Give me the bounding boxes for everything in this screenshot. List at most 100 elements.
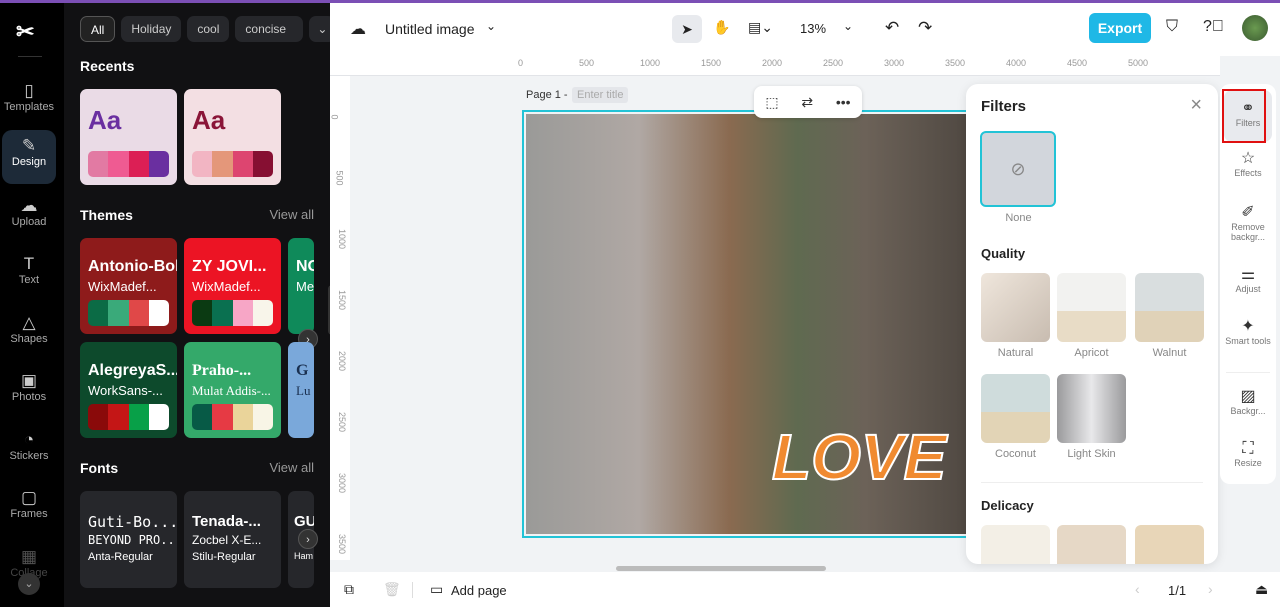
title-dropdown-icon[interactable]: ⌄ xyxy=(486,19,496,33)
chip-cool[interactable]: cool xyxy=(187,16,230,42)
theme-card[interactable]: NO Me xyxy=(288,238,314,334)
ruler-tick-label: 500 xyxy=(579,58,595,68)
filters-title: Filters xyxy=(981,98,1027,115)
nav-templates[interactable]: ▯ Templates xyxy=(2,75,56,129)
bottom-bar: ⧉ 🗑 ▭ Add page ‹ 1/1 › ⏏ xyxy=(330,572,1280,607)
scroll-down-button[interactable]: ⌄ xyxy=(18,573,40,595)
tool-adjust[interactable]: ⚌ Adjust xyxy=(1224,264,1272,294)
nav-frames[interactable]: ▢ Frames xyxy=(2,482,56,536)
selected-image[interactable]: LOVE xyxy=(522,110,982,538)
theme-body-font: Mulat Addis-... xyxy=(192,383,271,398)
cloud-save-icon[interactable]: ☁ xyxy=(350,19,366,39)
select-tool-icon[interactable]: ➤ xyxy=(672,15,702,43)
theme-card[interactable]: G Lu xyxy=(288,342,314,438)
nav-shapes[interactable]: △ Shapes xyxy=(2,307,56,361)
chip-concise[interactable]: concise xyxy=(235,16,304,42)
horizontal-ruler: 0 500 1000 1500 2000 2500 3000 3500 4000 4500 5000 xyxy=(330,56,1220,76)
duplicate-page-icon[interactable]: ⧉ xyxy=(344,581,354,598)
page-panel-toggle-icon[interactable]: ⏏ xyxy=(1255,581,1268,598)
top-bar: ☁ Untitled image ⌄ ➤ ✋ ▤⌄ 13% ⌄ ↶ ↷ Expo… xyxy=(330,3,1280,56)
delicacy-heading: Delicacy xyxy=(981,498,1034,513)
templates-icon: ▯ xyxy=(24,81,34,100)
zoom-dropdown-icon[interactable]: ⌄ xyxy=(843,19,853,33)
color-swatches xyxy=(192,404,273,430)
filter-natural[interactable] xyxy=(981,273,1050,342)
fonts-next-button[interactable]: › xyxy=(298,529,318,549)
smart-tools-icon: ✦ xyxy=(1241,318,1255,335)
font-card[interactable]: Tenada-... Zocbel X-E... Stilu-Regular xyxy=(184,491,281,588)
fonts-view-all[interactable]: View all xyxy=(269,460,314,475)
ruler-tick-label: 2500 xyxy=(337,411,348,433)
nav-stickers[interactable]: ◔ Stickers xyxy=(2,424,56,478)
filter-thumbnail[interactable] xyxy=(1135,525,1204,564)
chip-holiday[interactable]: Holiday xyxy=(121,16,182,42)
zoom-level[interactable]: 13% xyxy=(800,21,826,36)
ruler-tick-label: 3000 xyxy=(337,472,348,494)
filter-light-skin[interactable] xyxy=(1057,374,1126,443)
replace-icon[interactable]: ⇄ xyxy=(801,94,813,111)
export-button[interactable]: Export xyxy=(1089,13,1151,43)
redo-icon[interactable]: ↷ xyxy=(918,18,932,38)
undo-icon[interactable]: ↶ xyxy=(885,18,899,38)
ruler-tick-label: 500 xyxy=(334,170,345,186)
highlight-box xyxy=(1222,89,1266,143)
recent-card[interactable]: Aa xyxy=(184,89,281,185)
nav-label: Shapes xyxy=(10,333,48,345)
add-page-icon[interactable]: ▭ xyxy=(430,581,443,598)
chip-all[interactable]: All xyxy=(80,16,116,42)
prev-page-icon[interactable]: ‹ xyxy=(1135,581,1140,597)
avatar[interactable] xyxy=(1242,15,1268,41)
nav-photos[interactable]: ▣ Photos xyxy=(2,365,56,419)
shield-icon[interactable]: ⛉ xyxy=(1166,18,1178,36)
theme-card[interactable]: Praho-... Mulat Addis-... xyxy=(184,342,281,438)
nav-upload[interactable]: ☁ Upload xyxy=(2,190,56,244)
nav-label: Photos xyxy=(11,391,47,403)
ruler-tick-label: 1000 xyxy=(640,58,661,68)
crop-select-icon[interactable]: ⬚ xyxy=(765,94,778,111)
chips-expand-button[interactable]: ⌄ xyxy=(309,16,330,42)
nav-design[interactable]: ✎ Design xyxy=(2,130,56,184)
next-page-icon[interactable]: › xyxy=(1208,581,1213,597)
nav-label: Design xyxy=(11,156,47,168)
font-line: BEYOND PRO... xyxy=(88,533,177,547)
page-title-input[interactable]: Enter title xyxy=(572,87,629,103)
love-sticker[interactable]: LOVE xyxy=(771,420,947,494)
nav-text[interactable]: T Text xyxy=(2,248,56,302)
stickers-icon: ◔ xyxy=(23,430,35,449)
filter-coconut[interactable] xyxy=(981,374,1050,443)
document-title[interactable]: Untitled image xyxy=(385,21,475,37)
tool-smart-tools[interactable]: ✦ Smart tools xyxy=(1224,316,1272,346)
tool-effects[interactable]: ☆ Effects xyxy=(1224,148,1272,178)
ruler-tick-label: 3500 xyxy=(945,58,966,68)
theme-heading-font: ZY JOVI... xyxy=(192,258,267,275)
filter-none[interactable]: ⊘ xyxy=(980,131,1056,207)
filter-walnut[interactable] xyxy=(1135,273,1204,342)
filter-apricot[interactable] xyxy=(1057,273,1126,342)
page-label: Page 1 - xyxy=(526,89,568,101)
filter-thumbnail[interactable] xyxy=(1057,525,1126,564)
delete-page-icon[interactable]: 🗑 xyxy=(383,581,401,598)
filter-thumbnail[interactable] xyxy=(981,525,1050,564)
themes-view-all[interactable]: View all xyxy=(269,207,314,222)
layout-icon[interactable]: ▤⌄ xyxy=(748,19,773,36)
recent-sample: Aa xyxy=(192,105,226,135)
color-swatches xyxy=(192,151,273,177)
horizontal-scrollbar[interactable] xyxy=(616,566,826,571)
add-page-button[interactable]: Add page xyxy=(451,583,507,598)
tool-resize[interactable]: ⛶ Resize xyxy=(1224,440,1272,468)
color-swatches xyxy=(192,300,273,326)
font-card[interactable]: Guti-Bo... BEYOND PRO... Anta-Regular xyxy=(80,491,177,588)
more-icon[interactable]: ••• xyxy=(836,94,851,110)
tool-background[interactable]: ▨ Backgr... xyxy=(1224,386,1272,416)
theme-card[interactable]: ZY JOVI... WixMadef... xyxy=(184,238,281,334)
hand-tool-icon[interactable]: ✋ xyxy=(713,19,730,36)
recent-card[interactable]: Aa xyxy=(80,89,177,185)
theme-card[interactable]: Antonio-Bold WixMadef... xyxy=(80,238,177,334)
theme-card[interactable]: AlegreyaS... WorkSans-... xyxy=(80,342,177,438)
text-icon: T xyxy=(23,254,35,273)
close-icon[interactable]: × xyxy=(1190,94,1202,117)
tool-remove-background[interactable]: ✐ Remove backgr... xyxy=(1224,202,1272,242)
filter-label: Coconut xyxy=(995,448,1036,460)
nav-label: Text xyxy=(18,274,40,286)
help-icon[interactable]: ?⃝ xyxy=(1203,18,1224,36)
